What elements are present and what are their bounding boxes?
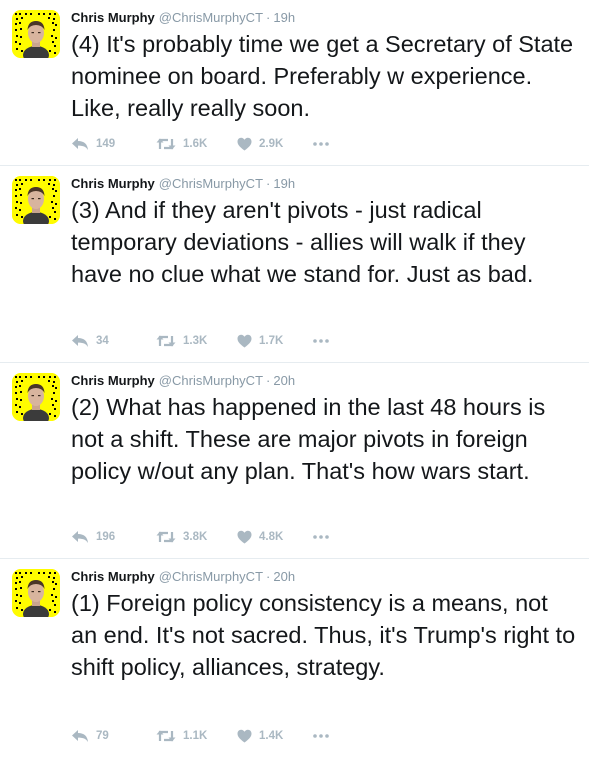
retweet-button[interactable]: 1.6K	[156, 137, 237, 151]
tweet-header: Chris Murphy @ChrisMurphyCT · 20h	[71, 373, 575, 389]
reply-icon	[72, 335, 88, 347]
like-count: 2.9K	[259, 138, 284, 150]
retweet-icon	[156, 730, 176, 742]
timestamp[interactable]: 19h	[273, 176, 295, 191]
reply-button[interactable]: 196	[71, 530, 156, 544]
more-icon	[313, 142, 329, 146]
author-handle[interactable]: @ChrisMurphyCT	[159, 176, 263, 191]
more-button[interactable]	[313, 339, 329, 343]
retweet-count: 1.1K	[183, 730, 208, 742]
timestamp[interactable]: 20h	[273, 373, 295, 388]
reply-icon	[72, 730, 88, 742]
reply-button[interactable]: 79	[71, 729, 156, 743]
tweet-header: Chris Murphy @ChrisMurphyCT · 19h	[71, 176, 575, 192]
heart-icon	[237, 729, 252, 743]
tweet-text: (3) And if they aren't pivots - just rad…	[71, 197, 534, 287]
reply-count: 79	[96, 730, 109, 742]
reply-icon	[72, 531, 88, 543]
tweet-header: Chris Murphy @ChrisMurphyCT · 20h	[71, 569, 575, 585]
retweet-icon	[156, 138, 176, 150]
retweet-count: 1.6K	[183, 138, 208, 150]
like-count: 1.7K	[259, 335, 284, 347]
author-handle[interactable]: @ChrisMurphyCT	[159, 569, 263, 584]
tweet-header: Chris Murphy @ChrisMurphyCT · 19h	[71, 10, 575, 26]
like-button[interactable]: 1.7K	[237, 334, 313, 348]
tweet[interactable]: Chris Murphy @ChrisMurphyCT · 19h (3) And i…	[0, 166, 589, 363]
heart-icon	[237, 334, 252, 348]
author-name[interactable]: Chris Murphy	[71, 373, 155, 388]
reply-count: 149	[96, 138, 116, 150]
tweet[interactable]: Chris Murphy @ChrisMurphyCT · 19h (4) It's …	[0, 0, 589, 166]
reply-button[interactable]: 149	[71, 137, 156, 151]
avatar[interactable]	[12, 176, 60, 224]
retweet-count: 1.3K	[183, 335, 208, 347]
retweet-button[interactable]: 1.3K	[156, 334, 237, 348]
separator-dot: ·	[266, 373, 271, 388]
tweet[interactable]: Chris Murphy @ChrisMurphyCT · 20h (1) Forei…	[0, 559, 589, 757]
timestamp[interactable]: 19h	[273, 10, 295, 25]
tweet-text: (2) What has happened in the last 48 hou…	[71, 394, 546, 484]
avatar[interactable]	[12, 569, 60, 617]
like-count: 1.4K	[259, 730, 284, 742]
reply-icon	[72, 138, 88, 150]
tweet-actions: 196 3.8K 4.8K	[71, 528, 329, 546]
author-name[interactable]: Chris Murphy	[71, 10, 155, 25]
tweet-actions: 79 1.1K 1.4K	[71, 727, 329, 745]
more-button[interactable]	[313, 142, 329, 146]
like-button[interactable]: 1.4K	[237, 729, 313, 743]
timestamp[interactable]: 20h	[273, 569, 295, 584]
tweet-text: (1) Foreign policy consistency is a mean…	[71, 590, 576, 680]
like-count: 4.8K	[259, 531, 284, 543]
more-button[interactable]	[313, 734, 329, 738]
more-icon	[313, 339, 329, 343]
tweet[interactable]: Chris Murphy @ChrisMurphyCT · 20h (2) What …	[0, 363, 589, 559]
more-icon	[313, 535, 329, 539]
retweet-button[interactable]: 1.1K	[156, 729, 237, 743]
author-handle[interactable]: @ChrisMurphyCT	[159, 373, 263, 388]
retweet-icon	[156, 531, 176, 543]
like-button[interactable]: 2.9K	[237, 137, 313, 151]
author-name[interactable]: Chris Murphy	[71, 176, 155, 191]
avatar[interactable]	[12, 10, 60, 58]
separator-dot: ·	[266, 569, 271, 584]
separator-dot: ·	[266, 10, 271, 25]
heart-icon	[237, 137, 252, 151]
retweet-count: 3.8K	[183, 531, 208, 543]
author-handle[interactable]: @ChrisMurphyCT	[159, 10, 263, 25]
more-icon	[313, 734, 329, 738]
retweet-icon	[156, 335, 176, 347]
more-button[interactable]	[313, 535, 329, 539]
avatar[interactable]	[12, 373, 60, 421]
retweet-button[interactable]: 3.8K	[156, 530, 237, 544]
author-name[interactable]: Chris Murphy	[71, 569, 155, 584]
reply-button[interactable]: 34	[71, 334, 156, 348]
like-button[interactable]: 4.8K	[237, 530, 313, 544]
separator-dot: ·	[266, 176, 271, 191]
reply-count: 196	[96, 531, 116, 543]
tweet-actions: 149 1.6K 2.9K	[71, 135, 329, 153]
tweet-actions: 34 1.3K 1.7K	[71, 332, 329, 350]
tweet-text: (4) It's probably time we get a Secretar…	[71, 31, 574, 121]
heart-icon	[237, 530, 252, 544]
reply-count: 34	[96, 335, 109, 347]
tweet-timeline: Chris Murphy @ChrisMurphyCT · 19h (4) It's …	[0, 0, 589, 757]
